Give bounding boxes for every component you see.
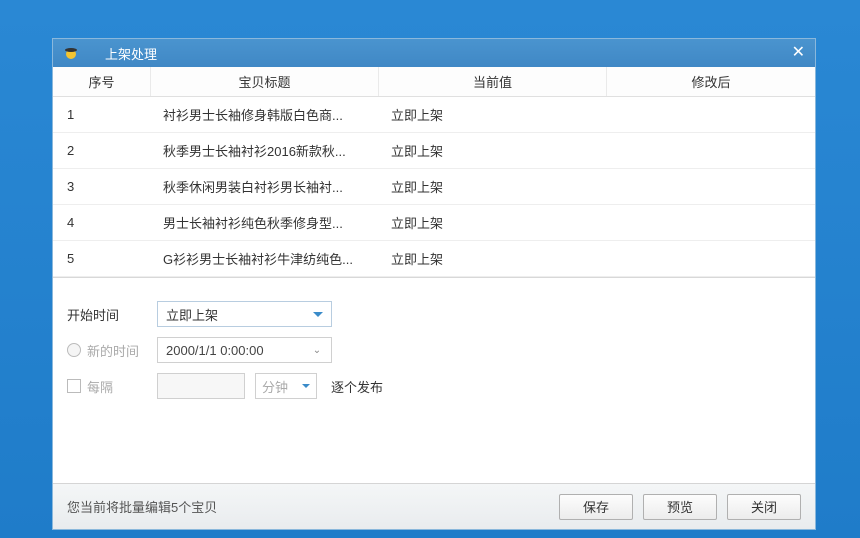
cell-seq: 5 [53, 241, 151, 276]
cell-seq: 3 [53, 169, 151, 204]
titlebar: 上架处理 ✕ [53, 39, 815, 67]
start-time-label: 开始时间 [67, 305, 143, 324]
cell-title: 衬衫男士长袖修身韩版白色商... [151, 97, 379, 132]
header-current: 当前值 [379, 67, 607, 96]
window-title: 上架处理 [87, 44, 792, 63]
interval-row: 每隔 分钟 逐个发布 [67, 368, 801, 404]
chevron-down-icon [302, 384, 310, 388]
header-after: 修改后 [607, 67, 815, 96]
save-button[interactable]: 保存 [559, 494, 633, 520]
chevron-down-icon: ⌄ [311, 344, 323, 356]
cell-after [607, 133, 815, 168]
header-seq: 序号 [53, 67, 151, 96]
cell-after [607, 169, 815, 204]
interval-input[interactable] [157, 373, 245, 399]
new-time-radio-group: 新的时间 [67, 341, 157, 360]
start-time-row: 开始时间 立即上架 [67, 296, 801, 332]
cell-title: 男士长袖衬衫纯色秋季修身型... [151, 205, 379, 240]
date-input[interactable]: 2000/1/1 0:00:00 ⌄ [157, 337, 332, 363]
cell-after [607, 241, 815, 276]
close-button[interactable]: 关闭 [727, 494, 801, 520]
table-row[interactable]: 3 秋季休闲男装白衬衫男长袖衬... 立即上架 [53, 169, 815, 205]
close-icon[interactable]: ✕ [792, 45, 805, 61]
cell-seq: 4 [53, 205, 151, 240]
table-row[interactable]: 5 G衫衫男士长袖衬衫牛津纺纯色... 立即上架 [53, 241, 815, 277]
start-time-dropdown[interactable]: 立即上架 [157, 301, 332, 327]
dialog-window: 上架处理 ✕ 序号 宝贝标题 当前值 修改后 1 衬衫男士长袖修身韩版白色商..… [52, 38, 816, 530]
new-time-row: 新的时间 2000/1/1 0:00:00 ⌄ [67, 332, 801, 368]
cell-seq: 1 [53, 97, 151, 132]
cell-current: 立即上架 [379, 205, 607, 240]
start-time-value: 立即上架 [166, 305, 313, 324]
cell-current: 立即上架 [379, 241, 607, 276]
cell-current: 立即上架 [379, 97, 607, 132]
header-title: 宝贝标题 [151, 67, 379, 96]
items-table: 序号 宝贝标题 当前值 修改后 1 衬衫男士长袖修身韩版白色商... 立即上架 … [53, 67, 815, 278]
cell-current: 立即上架 [379, 169, 607, 204]
unit-value: 分钟 [262, 377, 302, 396]
cell-title: G衫衫男士长袖衬衫牛津纺纯色... [151, 241, 379, 276]
footer: 您当前将批量编辑5个宝贝 保存 预览 关闭 [53, 483, 815, 529]
table-row[interactable]: 1 衬衫男士长袖修身韩版白色商... 立即上架 [53, 97, 815, 133]
cell-seq: 2 [53, 133, 151, 168]
cell-after [607, 97, 815, 132]
new-time-radio[interactable] [67, 343, 81, 357]
date-value: 2000/1/1 0:00:00 [166, 343, 311, 358]
cell-title: 秋季休闲男装白衬衫男长袖衬... [151, 169, 379, 204]
cell-after [607, 205, 815, 240]
preview-button[interactable]: 预览 [643, 494, 717, 520]
app-icon [63, 45, 79, 61]
interval-check-group: 每隔 [67, 377, 157, 396]
cell-current: 立即上架 [379, 133, 607, 168]
interval-checkbox[interactable] [67, 379, 81, 393]
cell-title: 秋季男士长袖衬衫2016新款秋... [151, 133, 379, 168]
table-header: 序号 宝贝标题 当前值 修改后 [53, 67, 815, 97]
chevron-down-icon [313, 312, 323, 317]
status-text: 您当前将批量编辑5个宝贝 [67, 497, 549, 516]
new-time-label: 新的时间 [87, 341, 139, 360]
unit-dropdown[interactable]: 分钟 [255, 373, 317, 399]
interval-label: 每隔 [87, 377, 113, 396]
table-body: 1 衬衫男士长袖修身韩版白色商... 立即上架 2 秋季男士长袖衬衫2016新款… [53, 97, 815, 277]
form-area: 开始时间 立即上架 新的时间 2000/1/1 0:00:00 ⌄ 每隔 [53, 278, 815, 414]
table-row[interactable]: 2 秋季男士长袖衬衫2016新款秋... 立即上架 [53, 133, 815, 169]
release-text: 逐个发布 [331, 377, 383, 396]
table-row[interactable]: 4 男士长袖衬衫纯色秋季修身型... 立即上架 [53, 205, 815, 241]
